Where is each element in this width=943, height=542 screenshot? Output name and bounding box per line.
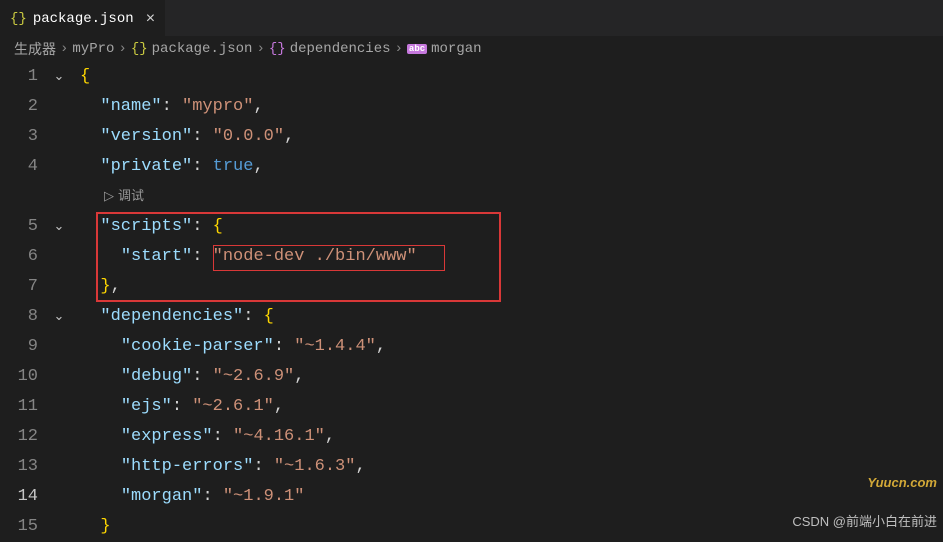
code-editor[interactable]: 1⌄{ 2 "name": "mypro", 3 "version": "0.0… <box>0 62 943 542</box>
line-number: 14 <box>0 482 50 512</box>
tab-label: package.json <box>33 11 134 27</box>
line-number: 9 <box>0 332 50 362</box>
play-icon: ▷ <box>104 182 114 212</box>
codelens-debug[interactable]: ▷调试 <box>0 182 943 212</box>
line-number: 4 <box>0 152 50 182</box>
line-number: 12 <box>0 422 50 452</box>
watermark: Yuucn.com <box>867 475 937 490</box>
json-icon: {} <box>131 41 148 57</box>
line-number: 5 <box>0 212 50 242</box>
line-number: 3 <box>0 122 50 152</box>
line-number: 8 <box>0 302 50 332</box>
chevron-right-icon: › <box>256 41 264 57</box>
crumb-file[interactable]: {} package.json <box>131 41 253 57</box>
crumb-label: package.json <box>152 41 253 57</box>
line-number: 11 <box>0 392 50 422</box>
chevron-right-icon: › <box>118 41 126 57</box>
json-icon: {} <box>10 11 27 27</box>
crumb-folder[interactable]: 生成器 <box>14 39 56 59</box>
line-number: 13 <box>0 452 50 482</box>
fold-toggle[interactable]: ⌄ <box>50 302 68 332</box>
crumb-symbol[interactable]: abc morgan <box>407 41 482 57</box>
tab-package-json[interactable]: {} package.json × <box>0 0 165 36</box>
line-number: 6 <box>0 242 50 272</box>
chevron-right-icon: › <box>395 41 403 57</box>
line-number: 7 <box>0 272 50 302</box>
object-icon: {} <box>269 41 286 57</box>
line-number: 2 <box>0 92 50 122</box>
crumb-folder[interactable]: myPro <box>72 41 114 57</box>
chevron-right-icon: › <box>60 41 68 57</box>
tab-bar: {} package.json × <box>0 0 943 36</box>
crumb-label: dependencies <box>290 41 391 57</box>
line-number: 15 <box>0 512 50 542</box>
watermark: CSDN @前端小白在前进 <box>792 511 937 530</box>
fold-toggle[interactable]: ⌄ <box>50 212 68 242</box>
close-icon[interactable]: × <box>140 10 156 28</box>
crumb-symbol[interactable]: {} dependencies <box>269 41 391 57</box>
breadcrumb[interactable]: 生成器 › myPro › {} package.json › {} depen… <box>0 36 943 62</box>
line-number: 10 <box>0 362 50 392</box>
fold-toggle[interactable]: ⌄ <box>50 62 68 92</box>
crumb-label: morgan <box>431 41 481 57</box>
string-icon: abc <box>407 44 427 54</box>
line-number: 1 <box>0 62 50 92</box>
